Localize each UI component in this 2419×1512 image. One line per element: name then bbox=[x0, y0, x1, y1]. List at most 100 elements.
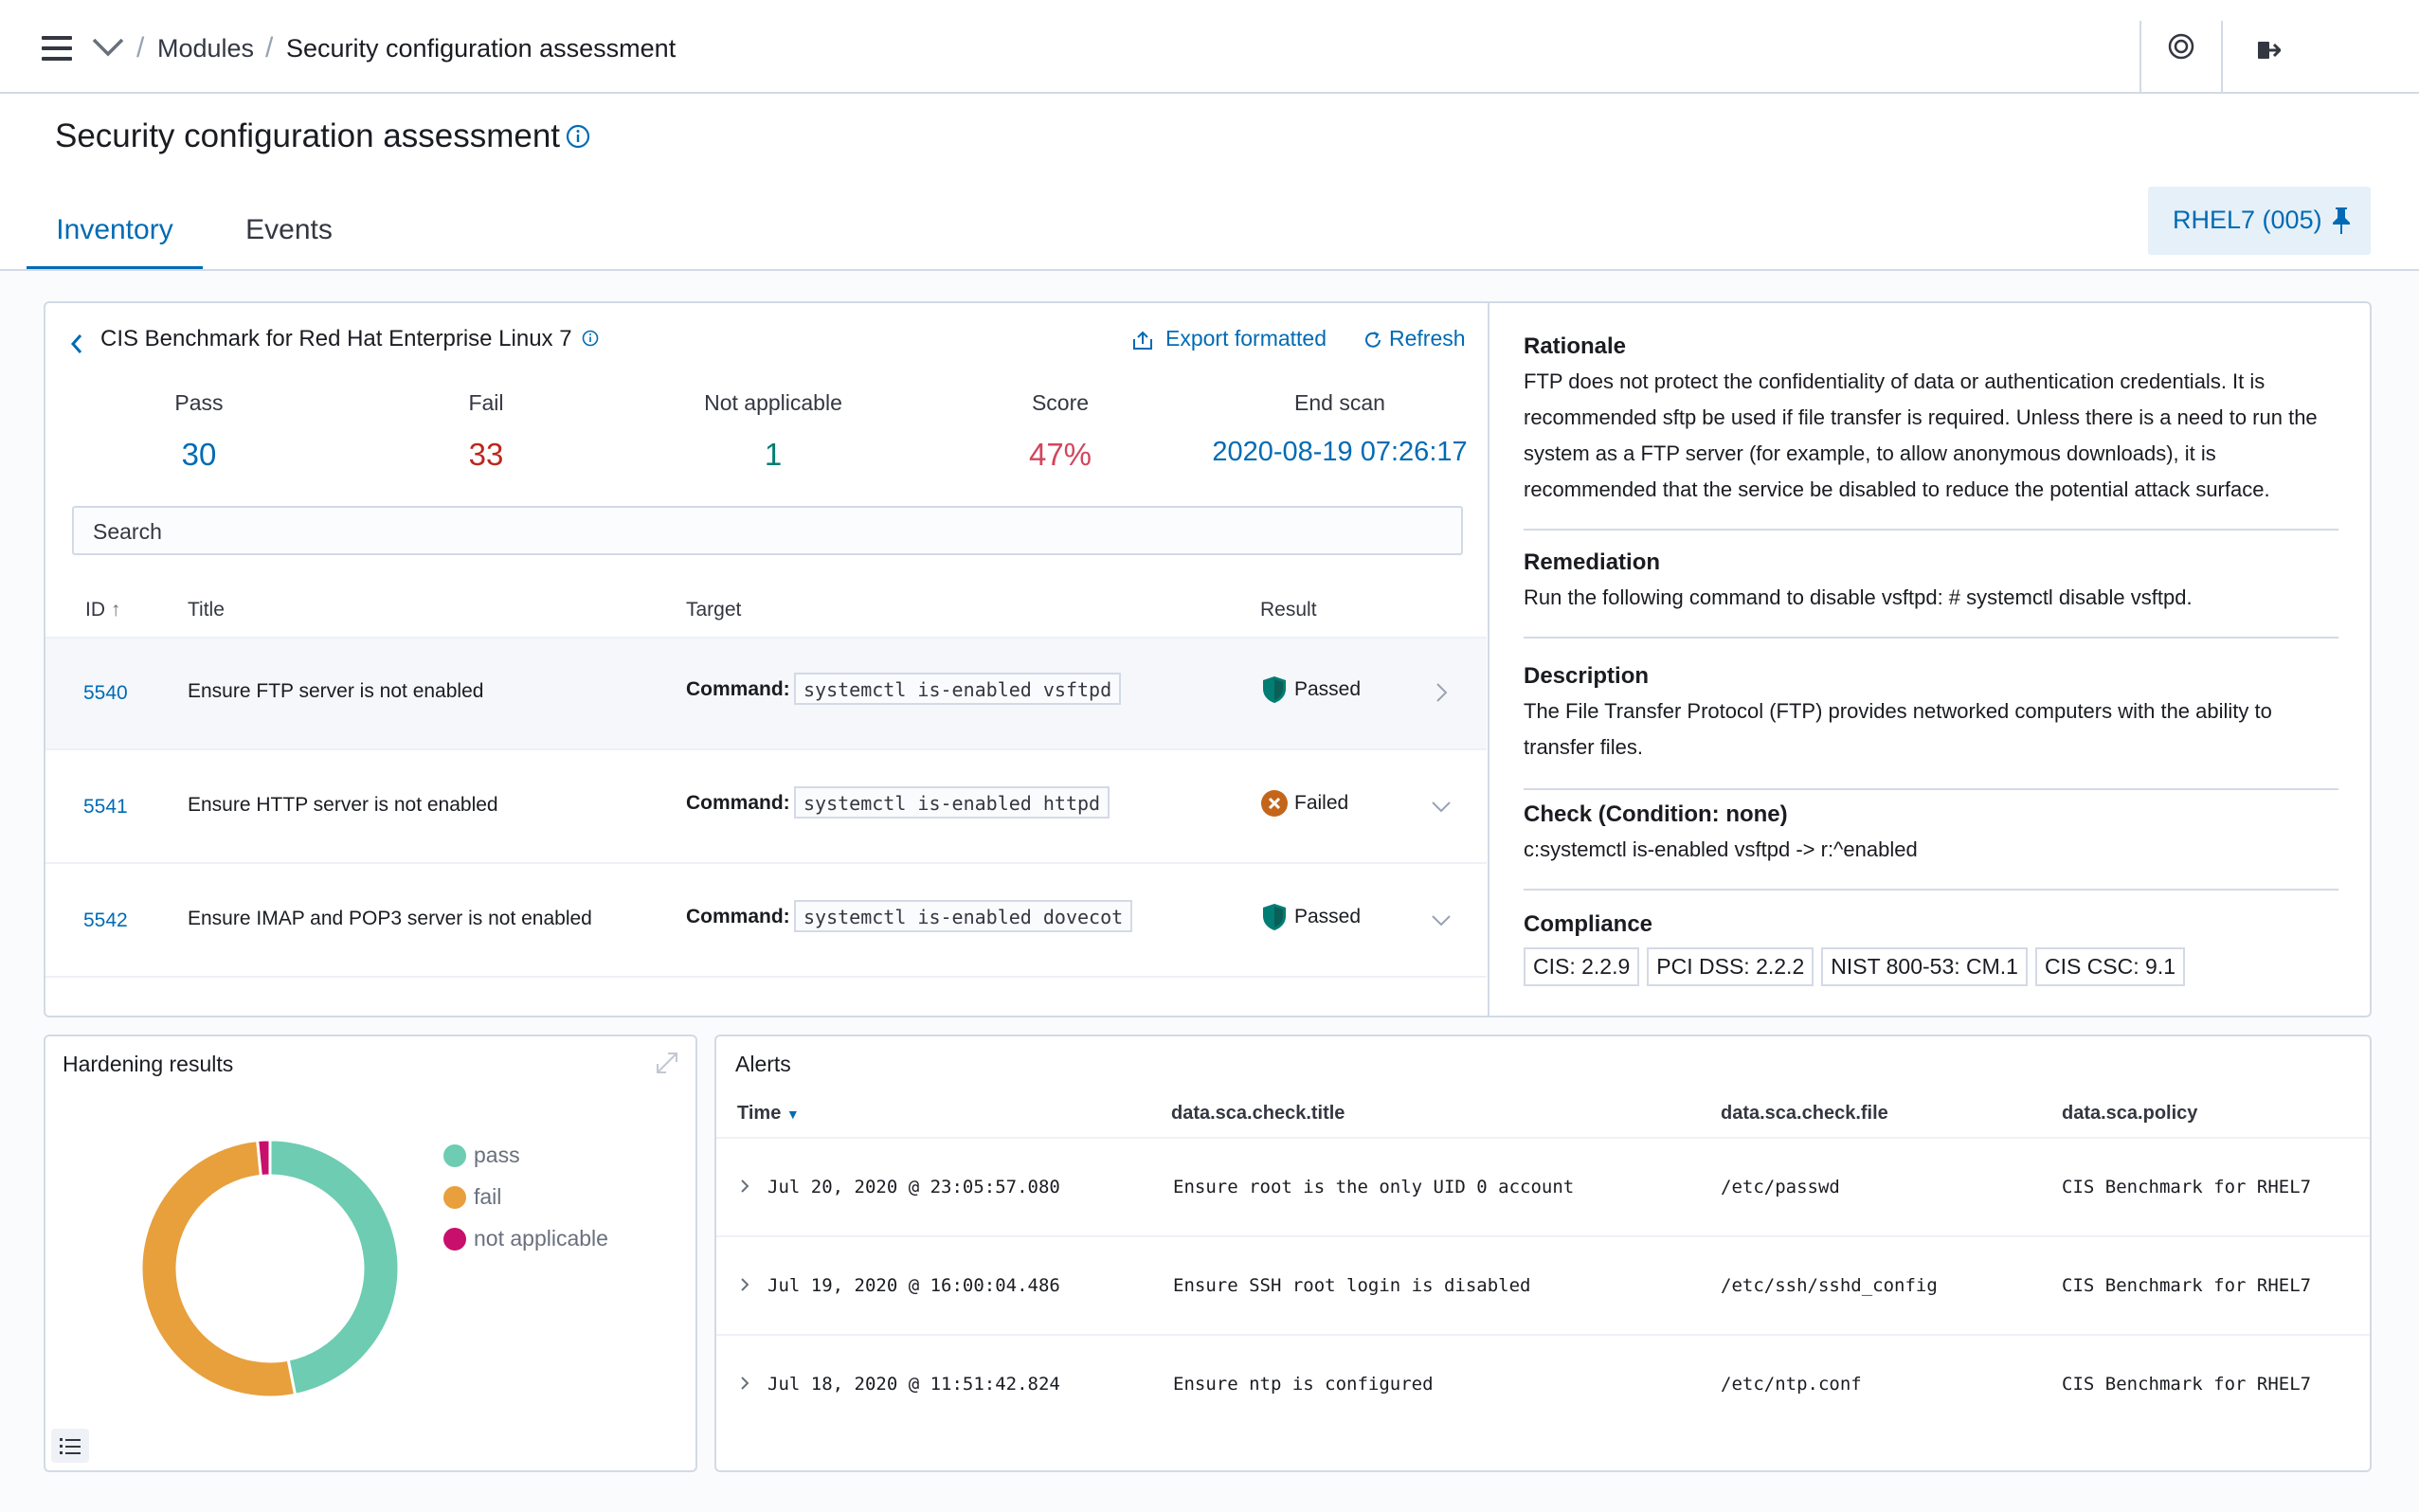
chevron-down-icon[interactable] bbox=[1429, 908, 1453, 932]
sort-ascending-icon: ↑ bbox=[110, 599, 121, 621]
shield-check-icon bbox=[1263, 904, 1286, 930]
target-command: systemctl is-enabled httpd bbox=[794, 786, 1110, 819]
column-header-result[interactable]: Result bbox=[1260, 599, 1317, 621]
chevron-right-icon[interactable] bbox=[737, 1275, 752, 1294]
section-divider bbox=[1524, 637, 2338, 639]
hamburger-menu-icon[interactable] bbox=[42, 36, 72, 61]
compliance-tag: PCI DSS: 2.2.2 bbox=[1647, 947, 1814, 986]
policy-checks-pane: CIS Benchmark for Red Hat Enterprise Lin… bbox=[45, 303, 1487, 1016]
check-id-link[interactable]: 5542 bbox=[83, 909, 128, 932]
chevron-down-icon[interactable] bbox=[91, 34, 125, 61]
column-header-target[interactable]: Target bbox=[686, 599, 741, 621]
stat-fail: Fail 33 bbox=[353, 390, 619, 473]
chevron-right-icon[interactable] bbox=[1429, 680, 1453, 705]
table-row[interactable]: 5540 Ensure FTP server is not enabled Co… bbox=[45, 639, 1487, 750]
export-formatted-link[interactable]: Export formatted bbox=[1165, 326, 1327, 351]
refresh-icon[interactable] bbox=[1363, 330, 1383, 351]
column-header-id-label: ID bbox=[85, 599, 105, 621]
chevron-down-icon[interactable] bbox=[1429, 794, 1453, 819]
check-title: Ensure FTP server is not enabled bbox=[188, 680, 484, 702]
stat-value: 47% bbox=[1028, 437, 1092, 472]
section-divider bbox=[1524, 529, 2338, 531]
stat-value: 2020-08-19 07:26:17 bbox=[1212, 437, 1468, 467]
section-divider bbox=[1524, 788, 2338, 790]
alert-policy: CIS Benchmark for RHEL7 bbox=[2062, 1374, 2312, 1395]
legend-item-pass[interactable]: pass bbox=[443, 1143, 520, 1168]
alert-check-title: Ensure root is the only UID 0 account bbox=[1173, 1177, 1575, 1197]
hardening-donut-chart bbox=[139, 1138, 401, 1399]
breadcrumb-modules-link[interactable]: Modules bbox=[157, 34, 254, 63]
legend-label: pass bbox=[474, 1143, 520, 1167]
donut-slice-not-applicable[interactable] bbox=[256, 1138, 272, 1179]
column-header-title[interactable]: Title bbox=[188, 599, 225, 621]
donut-slice-pass[interactable] bbox=[268, 1138, 401, 1397]
info-icon[interactable] bbox=[566, 124, 590, 149]
breadcrumb-separator: / bbox=[136, 32, 145, 63]
alert-row[interactable]: Jul 18, 2020 @ 11:51:42.824 Ensure ntp i… bbox=[716, 1334, 2370, 1432]
result-label: Passed bbox=[1294, 678, 1362, 700]
search-input[interactable]: Search bbox=[72, 506, 1463, 555]
stat-pass: Pass 30 bbox=[66, 390, 332, 473]
legend-item-not-applicable[interactable]: not applicable bbox=[443, 1226, 608, 1251]
stat-value: 33 bbox=[468, 437, 504, 472]
remediation-text: Run the following command to disable vsf… bbox=[1524, 585, 2193, 609]
compliance-tag: NIST 800-53: CM.1 bbox=[1821, 947, 2028, 986]
logout-icon[interactable] bbox=[2256, 38, 2281, 63]
legend-item-fail[interactable]: fail bbox=[443, 1184, 501, 1210]
check-condition-title: Check (Condition: none) bbox=[1524, 801, 1788, 827]
donut-slice-fail[interactable] bbox=[139, 1139, 298, 1399]
pin-icon[interactable] bbox=[2330, 206, 2353, 236]
stat-label: Not applicable bbox=[704, 390, 842, 415]
chevron-right-icon[interactable] bbox=[737, 1177, 752, 1196]
legend-label: not applicable bbox=[474, 1226, 608, 1251]
column-header-check-file[interactable]: data.sca.check.file bbox=[1721, 1103, 1888, 1125]
column-header-time[interactable]: Time ▼ bbox=[737, 1103, 800, 1125]
description-title: Description bbox=[1524, 663, 1650, 689]
search-placeholder: Search bbox=[93, 519, 162, 544]
expand-icon[interactable] bbox=[654, 1050, 680, 1076]
agent-badge-label: RHEL7 (005) bbox=[2173, 206, 2322, 234]
column-header-id[interactable]: ID ↑ bbox=[85, 599, 120, 621]
target-label: Command: bbox=[686, 906, 790, 927]
column-header-check-title[interactable]: data.sca.check.title bbox=[1171, 1103, 1345, 1125]
table-row[interactable]: 5541 Ensure HTTP server is not enabled C… bbox=[45, 752, 1487, 864]
help-ring-icon[interactable] bbox=[2167, 32, 2195, 61]
sort-descending-icon: ▼ bbox=[785, 1107, 800, 1122]
policy-title: CIS Benchmark for Red Hat Enterprise Lin… bbox=[100, 326, 572, 351]
check-condition-section: Check (Condition: none) c:systemctl is-e… bbox=[1524, 801, 2338, 868]
alert-row[interactable]: Jul 20, 2020 @ 23:05:57.080 Ensure root … bbox=[716, 1137, 2370, 1235]
check-title: Ensure IMAP and POP3 server is not enabl… bbox=[188, 908, 592, 929]
tab-inventory[interactable]: Inventory bbox=[27, 199, 203, 271]
info-icon[interactable] bbox=[582, 330, 599, 347]
refresh-link[interactable]: Refresh bbox=[1389, 326, 1466, 351]
stat-end-scan: End scan 2020-08-19 07:26:17 bbox=[1169, 390, 1510, 468]
hardening-results-title: Hardening results bbox=[63, 1052, 234, 1076]
alert-policy: CIS Benchmark for RHEL7 bbox=[2062, 1177, 2312, 1197]
export-icon[interactable] bbox=[1131, 330, 1154, 351]
table-row[interactable]: 5542 Ensure IMAP and POP3 server is not … bbox=[45, 866, 1487, 978]
check-id-link[interactable]: 5540 bbox=[83, 682, 128, 705]
legend-dot bbox=[443, 1228, 466, 1251]
stat-label: Score bbox=[1031, 390, 1090, 415]
breadcrumb-current: Security configuration assessment bbox=[286, 34, 677, 63]
alert-check-file: /etc/passwd bbox=[1721, 1177, 1840, 1197]
chevron-left-icon[interactable] bbox=[68, 332, 85, 356]
rationale-title: Rationale bbox=[1524, 333, 1627, 359]
agent-selector-badge[interactable]: RHEL7 (005) bbox=[2148, 187, 2371, 255]
compliance-tag: CIS CSC: 9.1 bbox=[2034, 947, 2186, 986]
compliance-tag: CIS: 2.2.9 bbox=[1524, 947, 1640, 986]
breadcrumb-separator: / bbox=[265, 32, 274, 63]
remediation-title: Remediation bbox=[1524, 549, 1661, 575]
result-label: Failed bbox=[1294, 792, 1349, 814]
stat-label: Pass bbox=[174, 390, 224, 415]
legend-toggle-button[interactable] bbox=[51, 1429, 89, 1463]
stat-value: 30 bbox=[181, 437, 217, 472]
tab-events[interactable]: Events bbox=[220, 199, 358, 271]
check-id-link[interactable]: 5541 bbox=[83, 796, 128, 819]
alert-time: Jul 20, 2020 @ 23:05:57.080 bbox=[767, 1177, 1060, 1197]
alert-check-title: Ensure SSH root login is disabled bbox=[1173, 1275, 1531, 1296]
chevron-right-icon[interactable] bbox=[737, 1374, 752, 1393]
compliance-title: Compliance bbox=[1524, 911, 1653, 937]
alert-row[interactable]: Jul 19, 2020 @ 16:00:04.486 Ensure SSH r… bbox=[716, 1235, 2370, 1334]
column-header-policy[interactable]: data.sca.policy bbox=[2062, 1103, 2197, 1125]
